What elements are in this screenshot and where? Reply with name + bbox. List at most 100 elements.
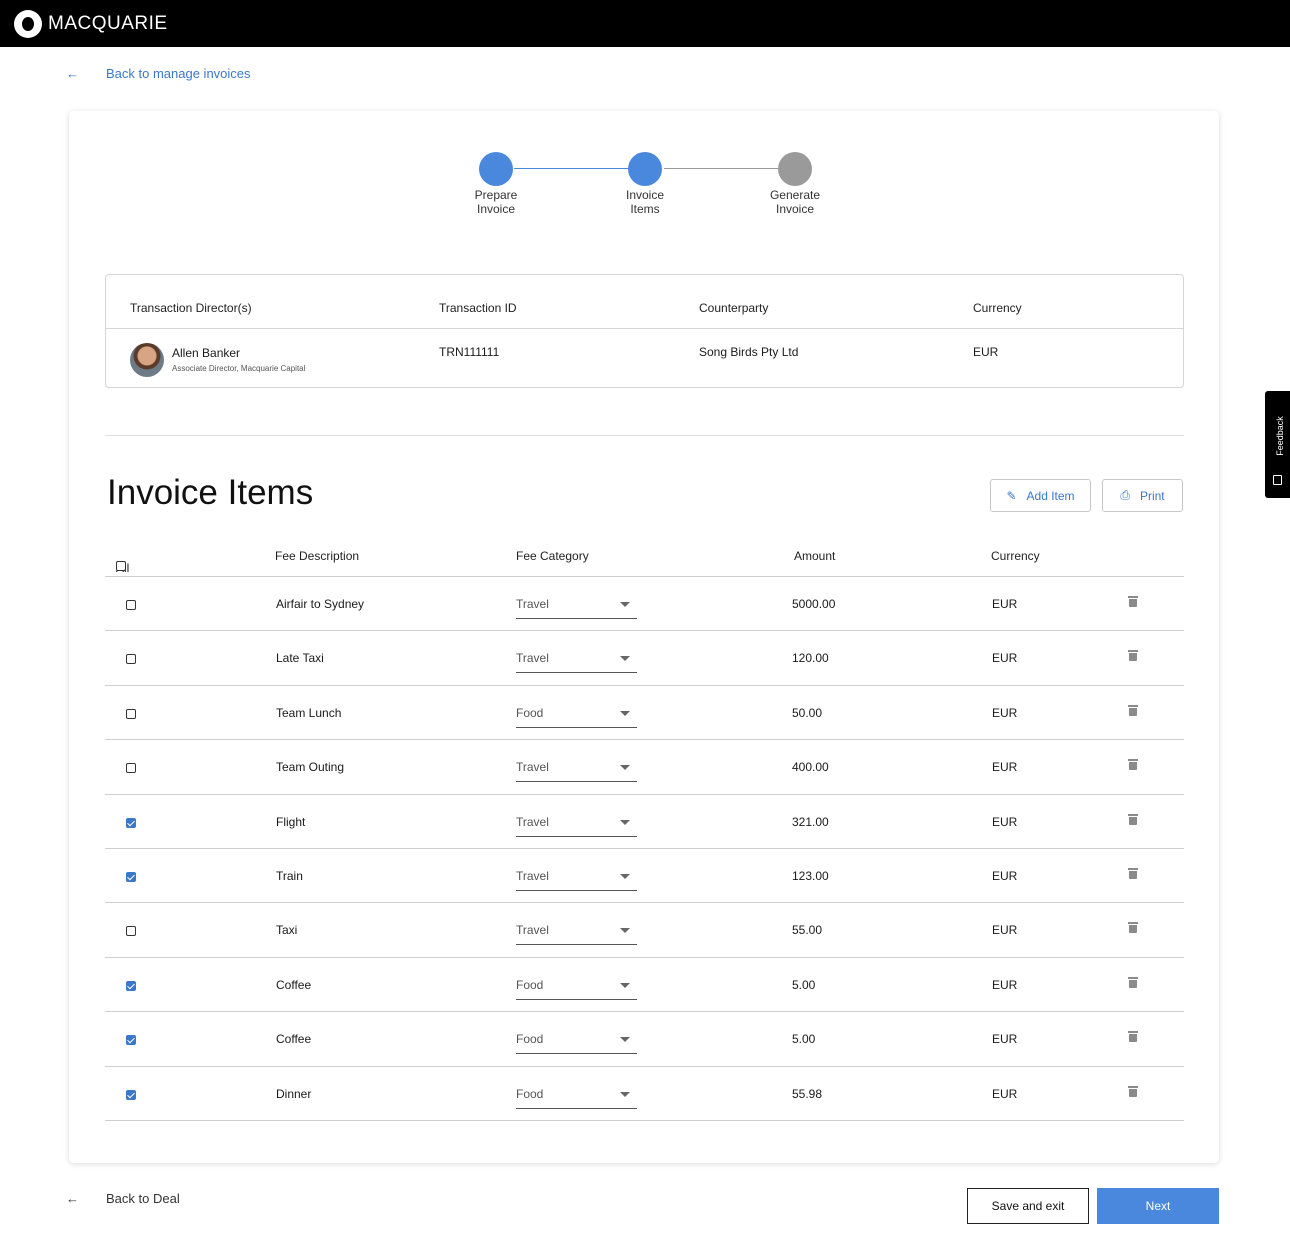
table-row: Coffee Food 5.00 EUR <box>105 1012 1184 1067</box>
feedback-tab[interactable]: Feedback <box>1265 391 1290 498</box>
table-row: Team Outing Travel 400.00 EUR <box>105 740 1184 795</box>
progress-stepper: Prepare Invoice Invoice Items Generate I… <box>69 111 1219 241</box>
page-title: Invoice Items <box>107 473 314 512</box>
chevron-down-icon <box>620 602 630 607</box>
row-checkbox[interactable] <box>126 654 136 665</box>
amount: 5000.00 <box>792 597 836 611</box>
transaction-summary-header: Transaction Director(s) Transaction ID C… <box>106 275 1183 329</box>
row-checkbox[interactable] <box>126 980 136 991</box>
fee-category-select[interactable]: Food <box>516 1080 637 1109</box>
trash-icon[interactable] <box>1128 976 1138 988</box>
header-currency: Currency <box>973 301 1022 315</box>
step-generate-invoice[interactable]: Generate Invoice <box>735 152 855 216</box>
trash-icon[interactable] <box>1128 922 1138 934</box>
currency: EUR <box>992 868 1018 883</box>
column-fee-category: Fee Category <box>516 549 589 563</box>
avatar <box>130 343 164 377</box>
step-invoice-items[interactable]: Invoice Items <box>585 152 705 216</box>
row-checkbox[interactable] <box>126 763 136 774</box>
chevron-down-icon <box>620 819 630 825</box>
fee-category-value: Travel <box>516 923 549 938</box>
feedback-label: Feedback <box>1275 416 1285 456</box>
table-header: All Fee Description Fee Category Amount … <box>105 536 1184 577</box>
print-button[interactable]: ⎙ Print <box>1102 479 1183 512</box>
amount: 55.00 <box>792 923 823 938</box>
row-checkbox[interactable] <box>126 708 136 719</box>
table-row: Flight Travel 321.00 EUR <box>105 795 1184 849</box>
currency: EUR <box>992 923 1018 938</box>
fee-category-select[interactable]: Travel <box>516 590 637 619</box>
chevron-down-icon <box>620 928 630 934</box>
fee-category-value: Food <box>516 1032 544 1047</box>
amount: 55.98 <box>792 1086 823 1101</box>
row-checkbox[interactable] <box>126 871 136 882</box>
trash-icon[interactable] <box>1128 596 1138 607</box>
section-divider <box>105 435 1184 436</box>
back-to-deal-link[interactable]: ← Back to Deal <box>66 1191 180 1206</box>
fee-category-select[interactable]: Food <box>516 699 637 728</box>
fee-category-select[interactable]: Travel <box>516 753 637 783</box>
add-item-button[interactable]: ✎ Add Item <box>990 479 1091 512</box>
fee-category-select[interactable]: Travel <box>516 644 637 674</box>
chevron-down-icon <box>620 1091 630 1097</box>
currency: EUR <box>992 760 1018 775</box>
counterparty-value: Song Birds Pty Ltd <box>699 345 799 359</box>
row-checkbox[interactable] <box>126 1035 136 1046</box>
fee-category-select[interactable]: Travel <box>516 808 637 837</box>
table-row: Coffee Food 5.00 EUR <box>105 958 1184 1013</box>
add-item-label: Add Item <box>1026 488 1075 503</box>
save-and-exit-button[interactable]: Save and exit <box>967 1188 1089 1224</box>
currency: EUR <box>992 1086 1018 1101</box>
arrow-left-icon: ← <box>66 66 79 81</box>
chevron-down-icon <box>620 765 630 771</box>
transaction-summary: Transaction Director(s) Transaction ID C… <box>105 274 1184 388</box>
amount: 5.00 <box>792 977 816 992</box>
column-fee-description: Fee Description <box>275 549 360 563</box>
trash-icon[interactable] <box>1128 1085 1138 1097</box>
trash-icon[interactable] <box>1128 1031 1138 1043</box>
feedback-icon <box>1273 475 1282 485</box>
row-checkbox[interactable] <box>126 1089 136 1100</box>
trash-icon[interactable] <box>1128 650 1138 662</box>
fee-description: Late Taxi <box>276 651 324 666</box>
fee-description: Airfair to Sydney <box>276 597 365 611</box>
currency: EUR <box>992 651 1018 666</box>
trash-icon[interactable] <box>1128 867 1138 879</box>
transaction-summary-row: Allen Banker Associate Director, Macquar… <box>106 329 1183 389</box>
fee-category-value: Travel <box>516 868 549 883</box>
amount: 321.00 <box>792 814 829 829</box>
currency: EUR <box>992 1032 1018 1047</box>
step-label: Invoice Items <box>625 188 665 216</box>
fee-description: Flight <box>276 814 306 829</box>
table-row: Airfair to Sydney Travel 5000.00 EUR <box>105 577 1184 632</box>
header-transaction-id: Transaction ID <box>439 301 517 315</box>
amount: 400.00 <box>792 760 829 775</box>
step-label: Prepare Invoice <box>474 188 518 216</box>
director-name: Allen Banker <box>172 346 241 360</box>
row-checkbox[interactable] <box>126 600 136 610</box>
step-prepare-invoice[interactable]: Prepare Invoice <box>436 152 556 216</box>
currency-value: EUR <box>973 345 999 359</box>
next-button[interactable]: Next <box>1097 1188 1219 1224</box>
row-checkbox[interactable] <box>126 817 136 828</box>
trash-icon[interactable] <box>1128 759 1138 771</box>
fee-category-select[interactable]: Travel <box>516 916 637 946</box>
trash-icon[interactable] <box>1128 704 1138 716</box>
top-navigation-bar: MACQUARIE <box>0 0 1290 47</box>
amount: 50.00 <box>792 705 823 720</box>
pencil-icon: ✎ <box>1006 488 1017 503</box>
table-body: Airfair to Sydney Travel 5000.00 EUR Late Ta… <box>105 577 1184 1121</box>
back-to-manage-invoices-link[interactable]: ← Back to manage invoices <box>66 66 251 81</box>
amount: 120.00 <box>792 651 829 666</box>
brand-name: MACQUARIE <box>48 12 168 34</box>
row-checkbox[interactable] <box>126 926 136 937</box>
chevron-down-icon <box>620 710 630 716</box>
amount: 123.00 <box>792 868 829 883</box>
select-all-checkbox[interactable] <box>116 561 126 571</box>
fee-category-value: Travel <box>516 651 549 666</box>
fee-category-select[interactable]: Travel <box>516 862 637 891</box>
currency: EUR <box>992 814 1018 829</box>
fee-category-select[interactable]: Food <box>516 1025 637 1055</box>
fee-category-select[interactable]: Food <box>516 971 637 1000</box>
trash-icon[interactable] <box>1128 813 1138 825</box>
